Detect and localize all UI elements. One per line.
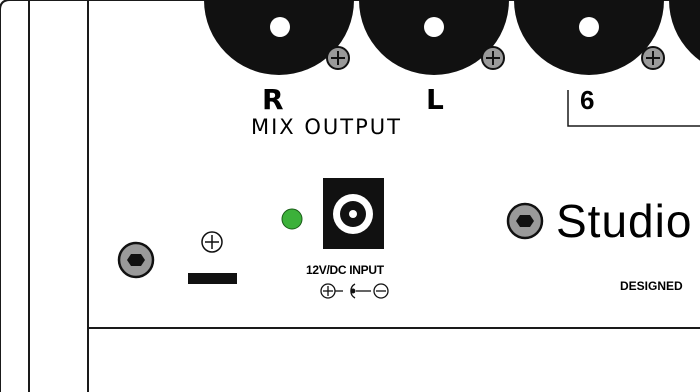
latch-screw-l-icon [481,46,505,70]
power-led [281,208,303,230]
xlr-connector-partial[interactable] [669,0,700,75]
ground-plus-icon [201,231,223,253]
channel-number-label: 6 [580,85,595,115]
brand-logo-text: Studio [556,195,693,247]
hex-screw-left-icon [117,241,155,279]
latch-screw-r-icon [326,46,350,70]
dc-input-label: 12V/DC INPUT [306,263,384,277]
mix-left-label: L [426,83,444,116]
dc-polarity-icon [320,283,389,299]
designed-label: DESIGNED [620,279,683,293]
polarity-bar-icon [188,273,237,284]
xlr-connector-l[interactable] [359,0,509,75]
hex-screw-right-icon [506,202,544,240]
rear-panel: R L MIX OUTPUT 6 12V/DC INPUT Studio DES… [0,0,700,392]
dc-input-jack[interactable] [323,178,384,249]
latch-screw-6-icon [641,46,665,70]
mix-right-label: R [262,83,284,116]
xlr-connector-6[interactable] [514,0,665,75]
mix-output-label: MIX OUTPUT [251,115,402,139]
xlr-connector-r[interactable] [204,0,354,75]
